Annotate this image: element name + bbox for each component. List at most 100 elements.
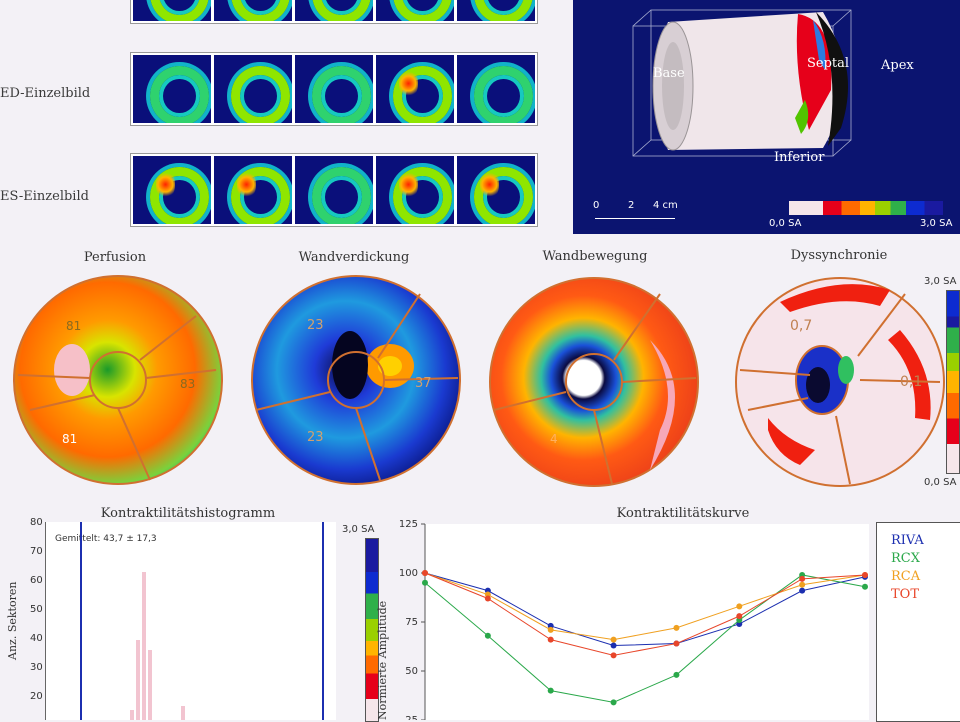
- scale-tick-2: 2: [628, 200, 635, 211]
- bewegung-value-1: 4: [550, 432, 558, 446]
- data-point-rcx: [422, 579, 428, 586]
- slice-frame: [457, 156, 535, 224]
- curve-legend: RIVA RCX RCA TOT: [876, 522, 960, 722]
- y-tick-label: 125: [399, 519, 418, 530]
- slice-frame: [295, 156, 373, 224]
- histogram-colorbar-label: 3,0 SA: [342, 524, 375, 535]
- polar-title-wandverdickung: Wandverdickung: [298, 250, 410, 265]
- polar-map-wandbewegung[interactable]: [489, 277, 699, 487]
- histogram-mean: Gemittelt: 43,7 ± 17,3: [55, 534, 157, 544]
- hist-ytick-20: 20: [30, 691, 43, 702]
- hist-ytick-80: 80: [30, 517, 43, 528]
- polar-title-wandbewegung: Wandbewegung: [542, 249, 648, 264]
- dyssynchronie-value-2: 0,1: [900, 374, 923, 390]
- legend-rcx: RCX: [891, 551, 920, 566]
- ed-label: ED-Einzelbild: [0, 86, 91, 101]
- data-point-tot: [736, 613, 743, 620]
- data-point-rcx: [610, 699, 617, 706]
- data-point-rca: [673, 624, 680, 631]
- histogram-ylabel: Anz. Sektoren: [6, 581, 19, 660]
- histogram-bar: [130, 710, 134, 720]
- data-point-tot: [610, 652, 617, 659]
- polar-colorbar: [946, 290, 960, 474]
- data-point-rca: [610, 636, 617, 643]
- hist-ytick-70: 70: [30, 546, 43, 557]
- perfusion-value-1: 81: [66, 319, 82, 333]
- data-point-tot: [799, 575, 806, 582]
- label-base: Base: [653, 66, 685, 81]
- histogram-bar: [148, 650, 152, 720]
- scale-bar: [595, 218, 675, 219]
- hist-ytick-40: 40: [30, 633, 43, 644]
- slice-frame: [376, 0, 454, 21]
- histogram-title: Kontraktilitätshistogramm: [100, 506, 276, 521]
- wand-value-1: 23: [307, 318, 324, 333]
- curve-ylabel: Normierte Amplitude: [376, 600, 389, 720]
- data-point-tot: [862, 571, 868, 578]
- polar-legend-top: 3,0 SA: [924, 276, 957, 287]
- scale-tick-0: 0: [593, 200, 600, 211]
- polar-title-dyssynchronie: Dyssynchronie: [790, 248, 888, 263]
- polar-legend-bottom: 0,0 SA: [924, 477, 957, 488]
- y-tick-label: 50: [405, 666, 418, 677]
- histogram-marker-left: [80, 522, 82, 720]
- perfusion-value-3: 81: [62, 432, 78, 446]
- histogram-panel[interactable]: [45, 522, 336, 720]
- data-point-rcx: [673, 671, 680, 678]
- gated-strip-top: [130, 0, 538, 24]
- histogram-bar: [181, 706, 185, 720]
- slice-frame: [133, 0, 211, 21]
- slice-frame: [295, 55, 373, 123]
- data-point-tot: [484, 595, 491, 602]
- colorbar-3d-max: 3,0 SA: [920, 218, 953, 229]
- perfusion-value-2: 83: [180, 377, 196, 391]
- data-point-rca: [547, 626, 554, 633]
- scale-tick-4: 4 cm: [653, 200, 678, 211]
- es-label: ES-Einzelbild: [0, 189, 89, 204]
- data-point-rcx: [547, 687, 554, 694]
- y-tick-label: 100: [399, 568, 418, 579]
- gated-strip-ed: [130, 52, 538, 126]
- histogram-bar: [136, 640, 140, 720]
- contractility-curve-chart[interactable]: 125 100 75 50 25: [395, 514, 875, 720]
- legend-rca: RCA: [891, 569, 921, 584]
- hist-ytick-60: 60: [30, 575, 43, 586]
- ventricle-3d-svg: [632, 9, 852, 157]
- data-point-rca: [736, 603, 743, 610]
- data-point-tot: [673, 640, 680, 647]
- slice-frame: [457, 55, 535, 123]
- ventricle-3d-view[interactable]: Base Septal Apex Inferior 0 2 4 cm 0,0 S…: [573, 0, 960, 234]
- data-point-tot: [547, 636, 554, 643]
- hist-ytick-50: 50: [30, 604, 43, 615]
- data-point-rcx: [484, 632, 491, 639]
- label-inferior: Inferior: [774, 150, 825, 165]
- hist-ytick-30: 30: [30, 662, 43, 673]
- gated-strip-es: [130, 153, 538, 227]
- slice-frame: [457, 0, 535, 21]
- wand-value-2: 37: [415, 376, 432, 391]
- legend-riva: RIVA: [891, 533, 924, 548]
- data-point-rca: [799, 581, 806, 588]
- polar-title-perfusion: Perfusion: [83, 250, 147, 265]
- y-tick-label: 25: [405, 715, 418, 720]
- histogram-bar: [142, 572, 146, 720]
- slice-frame: [133, 55, 211, 123]
- plot-area: [425, 524, 869, 720]
- colorbar-3d: [789, 201, 943, 215]
- slice-frame: [214, 156, 292, 224]
- data-point-riva: [610, 642, 617, 649]
- wand-value-3: 23: [307, 430, 324, 445]
- label-septal: Septal: [807, 56, 850, 71]
- slice-frame: [214, 55, 292, 123]
- slice-frame: [376, 156, 454, 224]
- colorbar-3d-min: 0,0 SA: [769, 218, 802, 229]
- dyssynchronie-value-1: 0,7: [790, 318, 813, 334]
- slice-frame: [376, 55, 454, 123]
- legend-tot: TOT: [891, 587, 919, 602]
- slice-frame: [214, 0, 292, 21]
- data-point-rcx: [862, 583, 868, 590]
- data-point-tot: [422, 570, 428, 576]
- y-tick-label: 75: [405, 617, 418, 628]
- slice-frame: [133, 156, 211, 224]
- data-point-riva: [799, 587, 806, 594]
